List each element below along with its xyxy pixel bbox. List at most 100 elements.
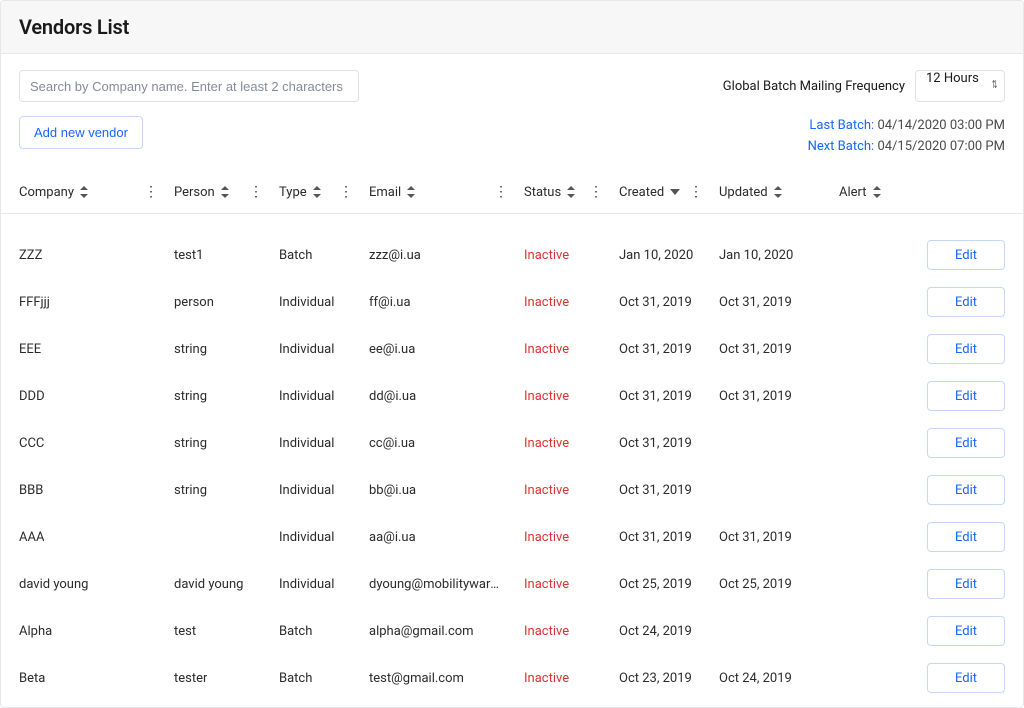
cell-status: Inactive <box>524 248 569 263</box>
cell-company: AAA <box>19 530 44 545</box>
column-header-status[interactable]: Status ⋮ <box>524 184 619 200</box>
column-header-alert[interactable]: Alert <box>839 185 894 200</box>
column-header-company[interactable]: Company ⋮ <box>19 184 174 200</box>
cell-person: person <box>174 295 214 310</box>
table-row: FFFjjj person Individual ff@i.ua Inactive Oct… <box>1 279 1023 326</box>
edit-button[interactable]: Edit <box>927 381 1005 411</box>
cell-created: Oct 31, 2019 <box>619 295 692 310</box>
sort-icon <box>407 186 415 198</box>
column-header-updated[interactable]: Updated <box>719 185 839 200</box>
cell-company: FFFjjj <box>19 295 50 310</box>
cell-email: ff@i.ua <box>369 295 411 310</box>
cell-email: dyoung@mobilityware.c... <box>369 577 504 592</box>
cell-updated: Oct 31, 2019 <box>719 295 792 310</box>
cell-status: Inactive <box>524 483 569 498</box>
cell-person: string <box>174 436 207 451</box>
table-row: CCCstringIndividualcc@i.uaInactiveOct 31… <box>1 420 1023 467</box>
next-batch-value: 04/15/2020 07:00 PM <box>877 139 1005 154</box>
cell-email: aa@i.ua <box>369 530 416 545</box>
next-batch-label: Next Batch: <box>808 139 875 154</box>
cell-created: Oct 31, 2019 <box>619 436 692 451</box>
cell-updated: Oct 31, 2019 <box>719 530 792 545</box>
cell-type: Batch <box>279 671 312 686</box>
column-menu-icon[interactable]: ⋮ <box>144 184 154 200</box>
cell-status: Inactive <box>524 342 569 357</box>
add-new-vendor-button[interactable]: Add new vendor <box>19 116 143 149</box>
edit-button[interactable]: Edit <box>927 616 1005 646</box>
batch-info: Last Batch: 04/14/2020 03:00 PM Next Bat… <box>808 116 1005 158</box>
edit-button[interactable]: Edit <box>927 522 1005 552</box>
cell-created: Oct 23, 2019 <box>619 671 692 686</box>
cell-created: Oct 31, 2019 <box>619 483 692 498</box>
page-title: Vendors List <box>19 15 1005 39</box>
sort-icon <box>774 186 782 198</box>
cell-company: Alpha <box>19 624 52 639</box>
table-row: ZZZtest1Batchzzz@i.uaInactiveJan 10, 202… <box>1 232 1023 279</box>
table-row: BetatesterBatchtest@gmail.comInactiveOct… <box>1 655 1023 702</box>
cell-updated: Oct 24, 2019 <box>719 671 792 686</box>
column-menu-icon[interactable]: ⋮ <box>589 184 599 200</box>
cell-status: Inactive <box>524 389 569 404</box>
sort-icon <box>567 186 575 198</box>
column-header-email[interactable]: Email ⋮ <box>369 184 524 200</box>
cell-person: tester <box>174 671 207 686</box>
cell-status: Inactive <box>524 624 569 639</box>
cell-person: string <box>174 389 207 404</box>
edit-button[interactable]: Edit <box>927 240 1005 270</box>
cell-person: david young <box>174 577 243 592</box>
edit-button[interactable]: Edit <box>927 569 1005 599</box>
table-row: AAA Individual aa@i.ua Inactive Oct 31, 2019… <box>1 514 1023 561</box>
column-header-type[interactable]: Type ⋮ <box>279 184 369 200</box>
cell-created: Oct 31, 2019 <box>619 342 692 357</box>
cell-company: ZZZ <box>19 248 42 263</box>
cell-email: cc@i.ua <box>369 436 415 451</box>
frequency-control: Global Batch Mailing Frequency 12 Hours <box>723 70 1005 102</box>
cell-company: CCC <box>19 436 44 451</box>
cell-type: Individual <box>279 295 334 310</box>
sort-icon <box>873 186 881 198</box>
column-menu-icon[interactable]: ⋮ <box>689 184 699 200</box>
table-row: EEEstringIndividualee@i.uaInactiveOct 31… <box>1 326 1023 373</box>
cell-company: BBB <box>19 483 43 498</box>
edit-button[interactable]: Edit <box>927 475 1005 505</box>
column-header-created[interactable]: Created ⋮ <box>619 184 719 200</box>
edit-button[interactable]: Edit <box>927 428 1005 458</box>
edit-button[interactable]: Edit <box>927 663 1005 693</box>
cell-person: string <box>174 342 207 357</box>
column-header-person[interactable]: Person ⋮ <box>174 184 279 200</box>
cell-created: Jan 10, 2020 <box>619 248 693 263</box>
cell-status: Inactive <box>524 295 569 310</box>
last-batch-value: 04/14/2020 03:00 PM <box>877 118 1005 133</box>
cell-type: Batch <box>279 624 312 639</box>
vendors-table: Company ⋮ Person ⋮ Type ⋮ Email ⋮ Status <box>1 172 1023 702</box>
cell-status: Inactive <box>524 671 569 686</box>
cell-company: DDD <box>19 389 45 404</box>
cell-email: bb@i.ua <box>369 483 416 498</box>
column-menu-icon[interactable]: ⋮ <box>339 184 349 200</box>
column-menu-icon[interactable]: ⋮ <box>249 184 259 200</box>
cell-email: zzz@i.ua <box>369 248 421 263</box>
cell-updated: Oct 31, 2019 <box>719 342 792 357</box>
cell-created: Oct 31, 2019 <box>619 389 692 404</box>
cell-updated: Jan 10, 2020 <box>719 248 793 263</box>
cell-person: test <box>174 624 196 639</box>
table-header-row: Company ⋮ Person ⋮ Type ⋮ Email ⋮ Status <box>1 172 1023 214</box>
edit-button[interactable]: Edit <box>927 287 1005 317</box>
card-header: Vendors List <box>1 1 1023 54</box>
last-batch-label: Last Batch: <box>809 118 874 133</box>
column-menu-icon[interactable]: ⋮ <box>494 184 504 200</box>
table-row: david youngdavid youngIndividualdyoung@m… <box>1 561 1023 608</box>
table-row: BBBstringIndividualbb@i.uaInactiveOct 31… <box>1 467 1023 514</box>
cell-company: Beta <box>19 671 45 686</box>
cell-updated: Oct 25, 2019 <box>719 577 792 592</box>
cell-email: dd@i.ua <box>369 389 416 404</box>
cell-status: Inactive <box>524 530 569 545</box>
search-input[interactable] <box>19 70 359 102</box>
edit-button[interactable]: Edit <box>927 334 1005 364</box>
cell-updated: Oct 31, 2019 <box>719 389 792 404</box>
frequency-label: Global Batch Mailing Frequency <box>723 79 905 94</box>
frequency-select[interactable]: 12 Hours <box>915 70 1005 102</box>
cell-type: Batch <box>279 248 312 263</box>
cell-type: Individual <box>279 530 334 545</box>
table-row: DDDstringIndividualdd@i.uaInactiveOct 31… <box>1 373 1023 420</box>
